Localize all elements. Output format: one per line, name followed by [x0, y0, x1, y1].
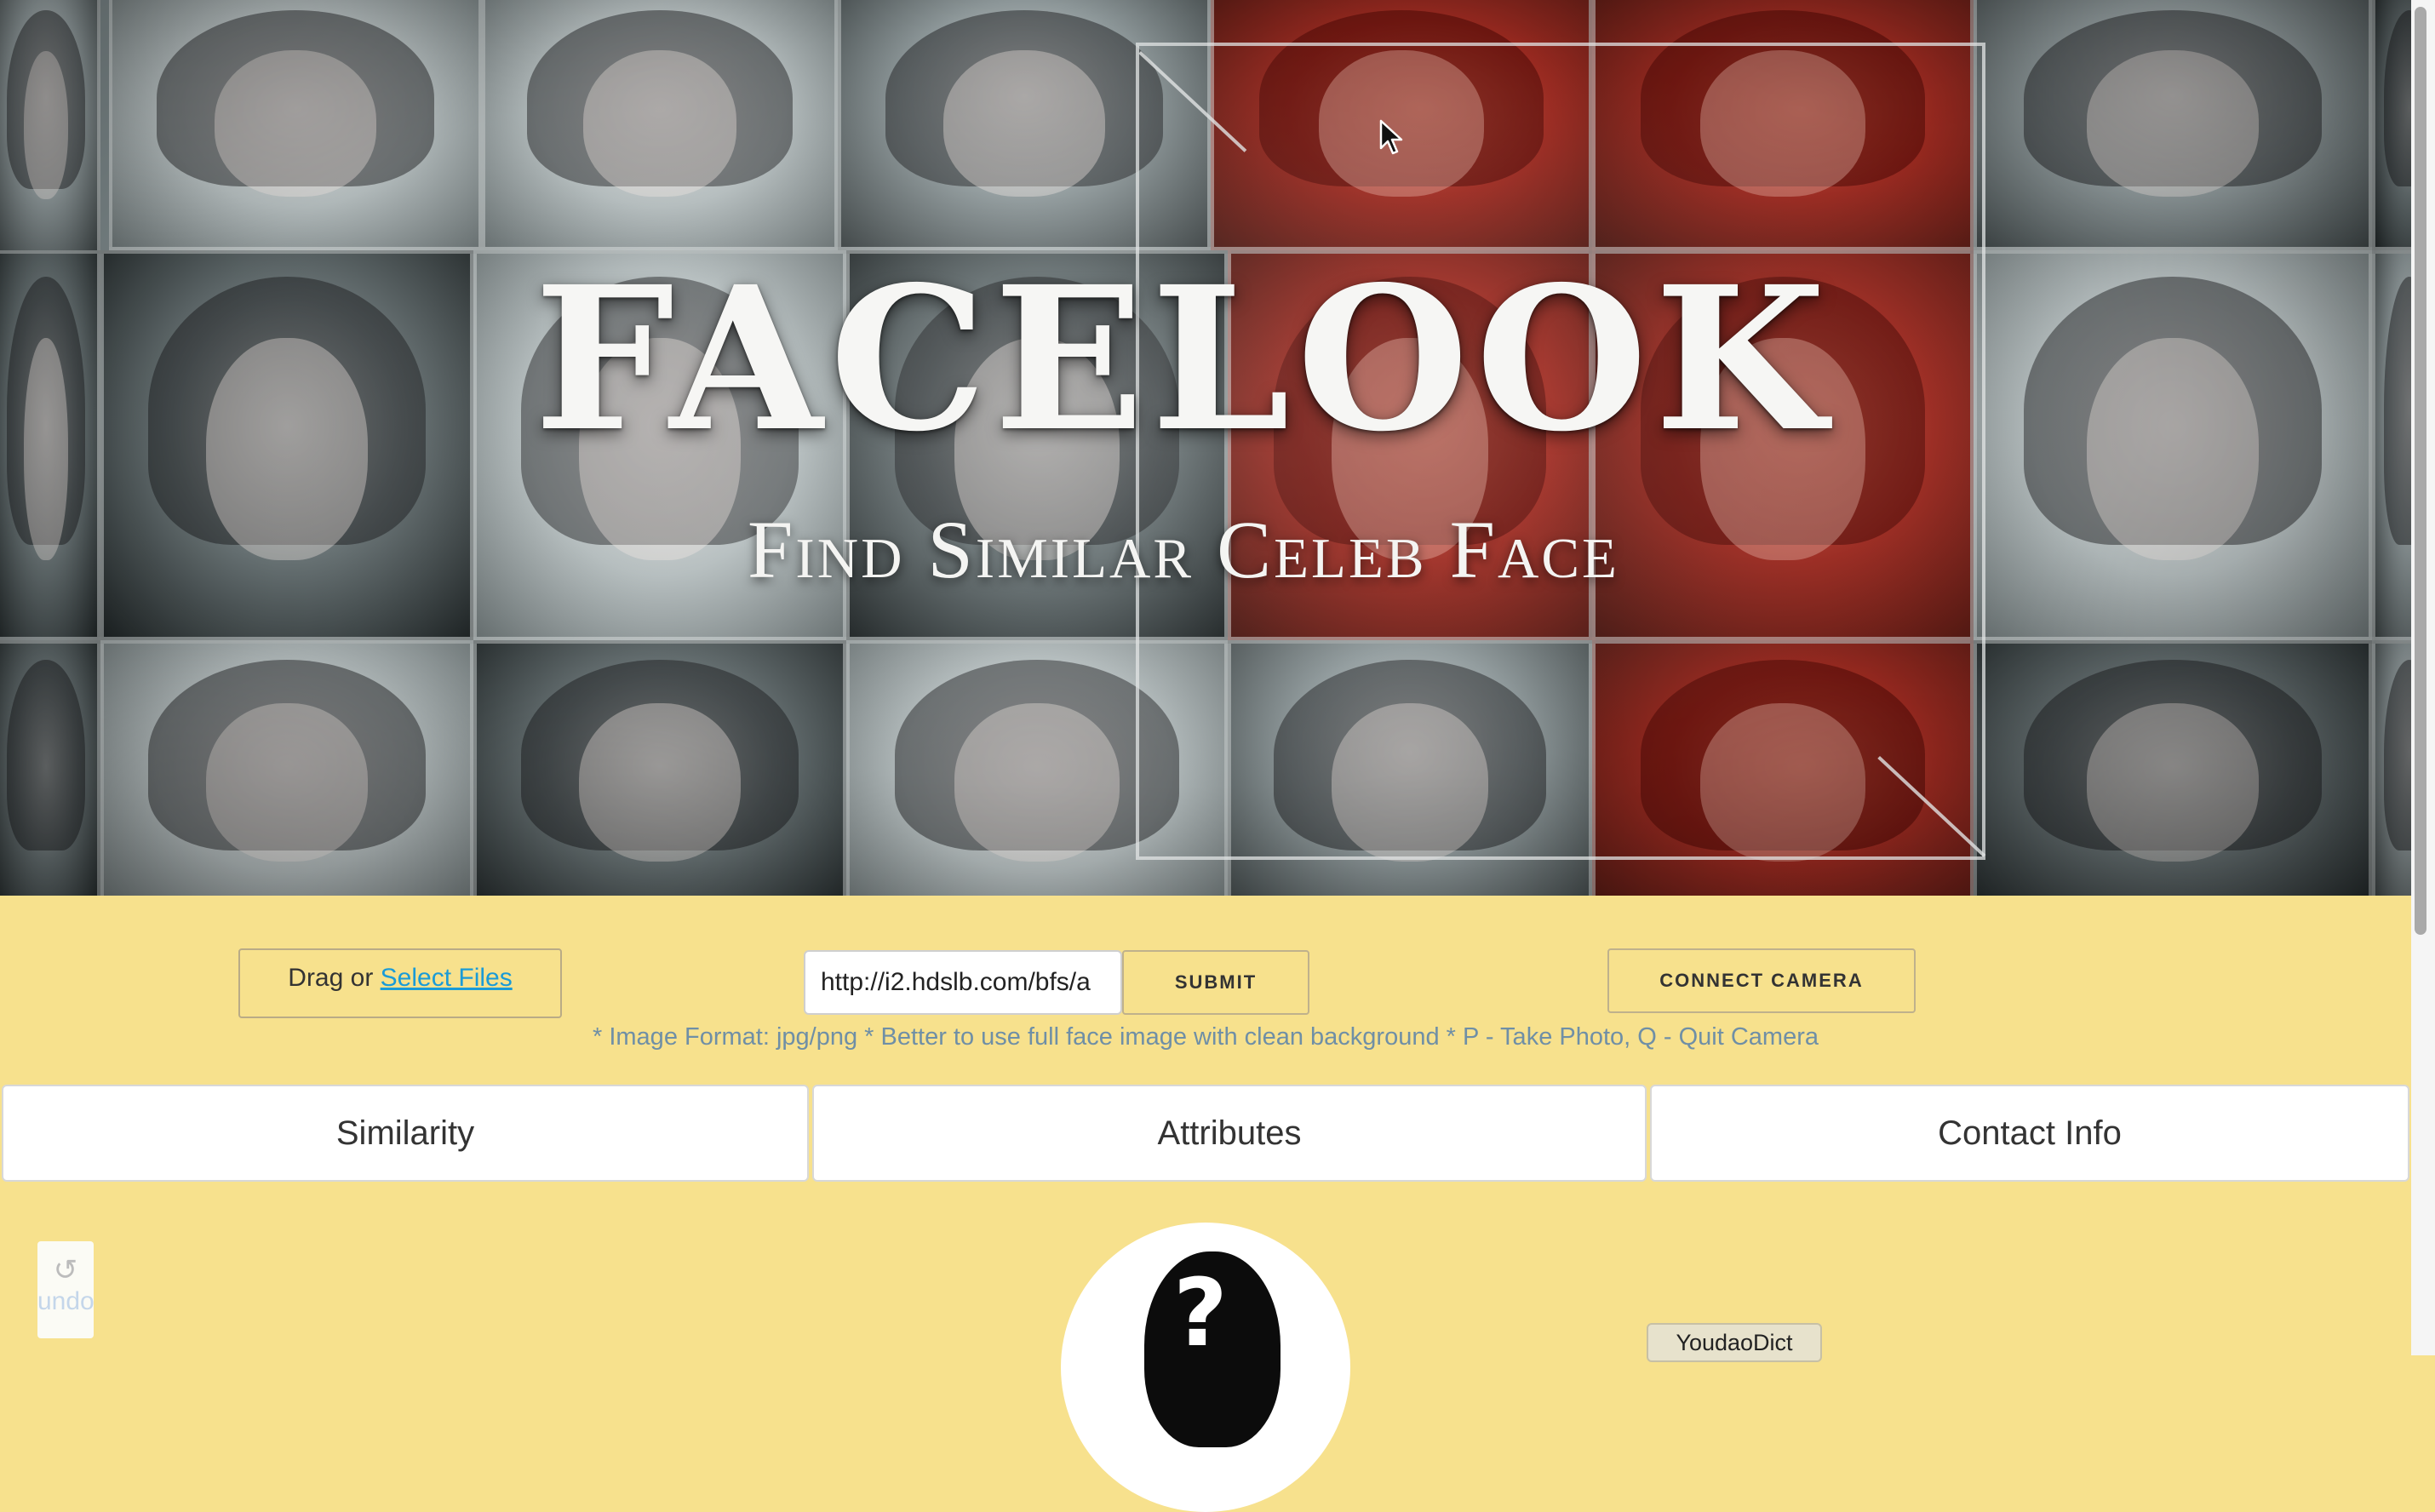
tab-contact-info[interactable]: Contact Info: [1650, 1085, 2409, 1182]
connect-camera-button[interactable]: CONNECT CAMERA: [1607, 948, 1916, 1013]
tab-similarity[interactable]: Similarity: [2, 1085, 809, 1182]
youdao-dict-popup[interactable]: YoudaoDict: [1647, 1323, 1822, 1362]
undo-label: undo: [37, 1287, 95, 1315]
tab-attributes[interactable]: Attributes: [812, 1085, 1647, 1182]
format-hint: * Image Format: jpg/png * Better to use …: [593, 1023, 1819, 1051]
file-drop-zone[interactable]: Drag or Select Files: [238, 948, 562, 1018]
hero-banner: FACELOOK Find Similar Celeb Face: [0, 0, 2411, 896]
scrollbar-thumb[interactable]: [2415, 7, 2426, 935]
undo-button[interactable]: ↺ undo: [37, 1241, 95, 1338]
question-mark-glyph: ?: [1173, 1258, 1228, 1367]
mouse-cursor-icon: [1379, 119, 1403, 155]
result-avatar: ?: [1061, 1223, 1350, 1512]
submit-button[interactable]: SUBMIT: [1122, 950, 1309, 1015]
hero-subtitle: Find Similar Celeb Face: [748, 504, 1619, 595]
undo-arrow-icon: ↺: [53, 1254, 78, 1286]
select-files-link[interactable]: Select Files: [381, 964, 513, 992]
image-url-input[interactable]: [804, 950, 1122, 1015]
drop-zone-label: Drag or: [288, 964, 381, 992]
hero-title: FACELOOK: [534, 243, 1833, 475]
